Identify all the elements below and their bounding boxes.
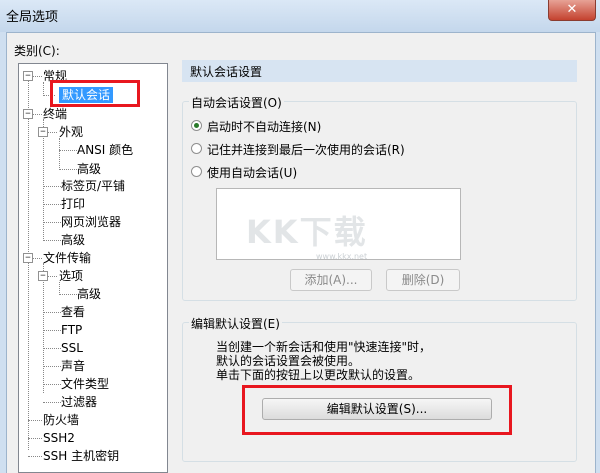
watermark-text: KK下载 — [246, 213, 368, 251]
radio-label: 使用自动会话(U) — [207, 166, 298, 180]
title-bar: 全局选项 ✕ — [0, 0, 600, 32]
panel-header: 默认会话设置 — [182, 60, 577, 82]
panel-title: 默认会话设置 — [190, 65, 263, 79]
add-button[interactable]: 添加(A)... — [290, 269, 372, 291]
description-line: 默认的会话设置会被使用。 — [216, 354, 361, 368]
description-line: 当创建一个新会话和使用"快速连接"时， — [216, 340, 432, 354]
tree-item-ssh-host-keys[interactable]: SSH 主机密钥 — [43, 448, 119, 464]
tree-item-options-advanced[interactable]: 高级 — [77, 286, 101, 302]
tree-item-filters[interactable]: 过滤器 — [61, 394, 97, 410]
close-button[interactable]: ✕ — [548, 0, 596, 21]
tree-item-ftp[interactable]: FTP — [61, 322, 82, 338]
delete-button[interactable]: 删除(D) — [386, 269, 460, 291]
category-label: 类别(C): — [14, 44, 60, 58]
auto-session-legend: 自动会话设置(O) — [189, 94, 284, 111]
tree-item-options[interactable]: 选项 — [59, 268, 83, 284]
watermark-logo: KK下载 — [246, 207, 368, 253]
expand-toggle-icon[interactable]: − — [38, 127, 48, 137]
edit-defaults-legend: 编辑默认设置(E) — [189, 315, 282, 332]
tree-item-ansi-color[interactable]: ANSI 颜色 — [77, 142, 133, 158]
radio-label: 记住并连接到最后一次使用的会话(R) — [207, 143, 405, 157]
expand-toggle-icon[interactable]: − — [23, 71, 33, 81]
description-line: 单击下面的按钮上以更改默认的设置。 — [216, 368, 421, 382]
tree-item-ssl[interactable]: SSL — [61, 340, 83, 356]
watermark-url: www.kkx.net — [316, 252, 368, 261]
close-icon: ✕ — [566, 2, 578, 17]
tree-item-firewall[interactable]: 防火墙 — [43, 412, 79, 428]
expand-toggle-icon[interactable]: − — [23, 253, 33, 263]
expand-toggle-icon[interactable]: − — [38, 271, 48, 281]
tree-item-view[interactable]: 查看 — [61, 304, 85, 320]
tree-item-terminal[interactable]: 终端 — [43, 106, 67, 122]
tree-item-ssh2[interactable]: SSH2 — [43, 430, 75, 446]
tree-item-appearance[interactable]: 外观 — [59, 124, 83, 140]
radio-button-icon[interactable] — [191, 166, 202, 177]
radio-button-icon[interactable] — [191, 143, 202, 154]
window-title: 全局选项 — [6, 10, 59, 25]
tree-item-terminal-advanced[interactable]: 高级 — [61, 232, 85, 248]
expand-toggle-icon[interactable]: − — [23, 109, 33, 119]
tree-item-file-transfer[interactable]: 文件传输 — [43, 250, 91, 266]
tree-item-file-types[interactable]: 文件类型 — [61, 376, 109, 392]
radio-label: 启动时不自动连接(N) — [207, 120, 322, 134]
highlight-box-button — [242, 385, 512, 435]
tree-item-appearance-advanced[interactable]: 高级 — [77, 161, 101, 177]
tree-item-print[interactable]: 打印 — [61, 196, 85, 212]
tree-item-web-browser[interactable]: 网页浏览器 — [61, 214, 121, 230]
category-tree[interactable]: − − − − − 常规 默认会话 终端 外观 ANSI 颜色 高级 标签页/平… — [18, 63, 168, 473]
tree-item-tabs[interactable]: 标签页/平铺 — [61, 178, 125, 194]
radio-button-icon[interactable] — [191, 120, 202, 131]
tree-item-sound[interactable]: 声音 — [61, 358, 85, 374]
highlight-box-tree — [50, 80, 140, 107]
